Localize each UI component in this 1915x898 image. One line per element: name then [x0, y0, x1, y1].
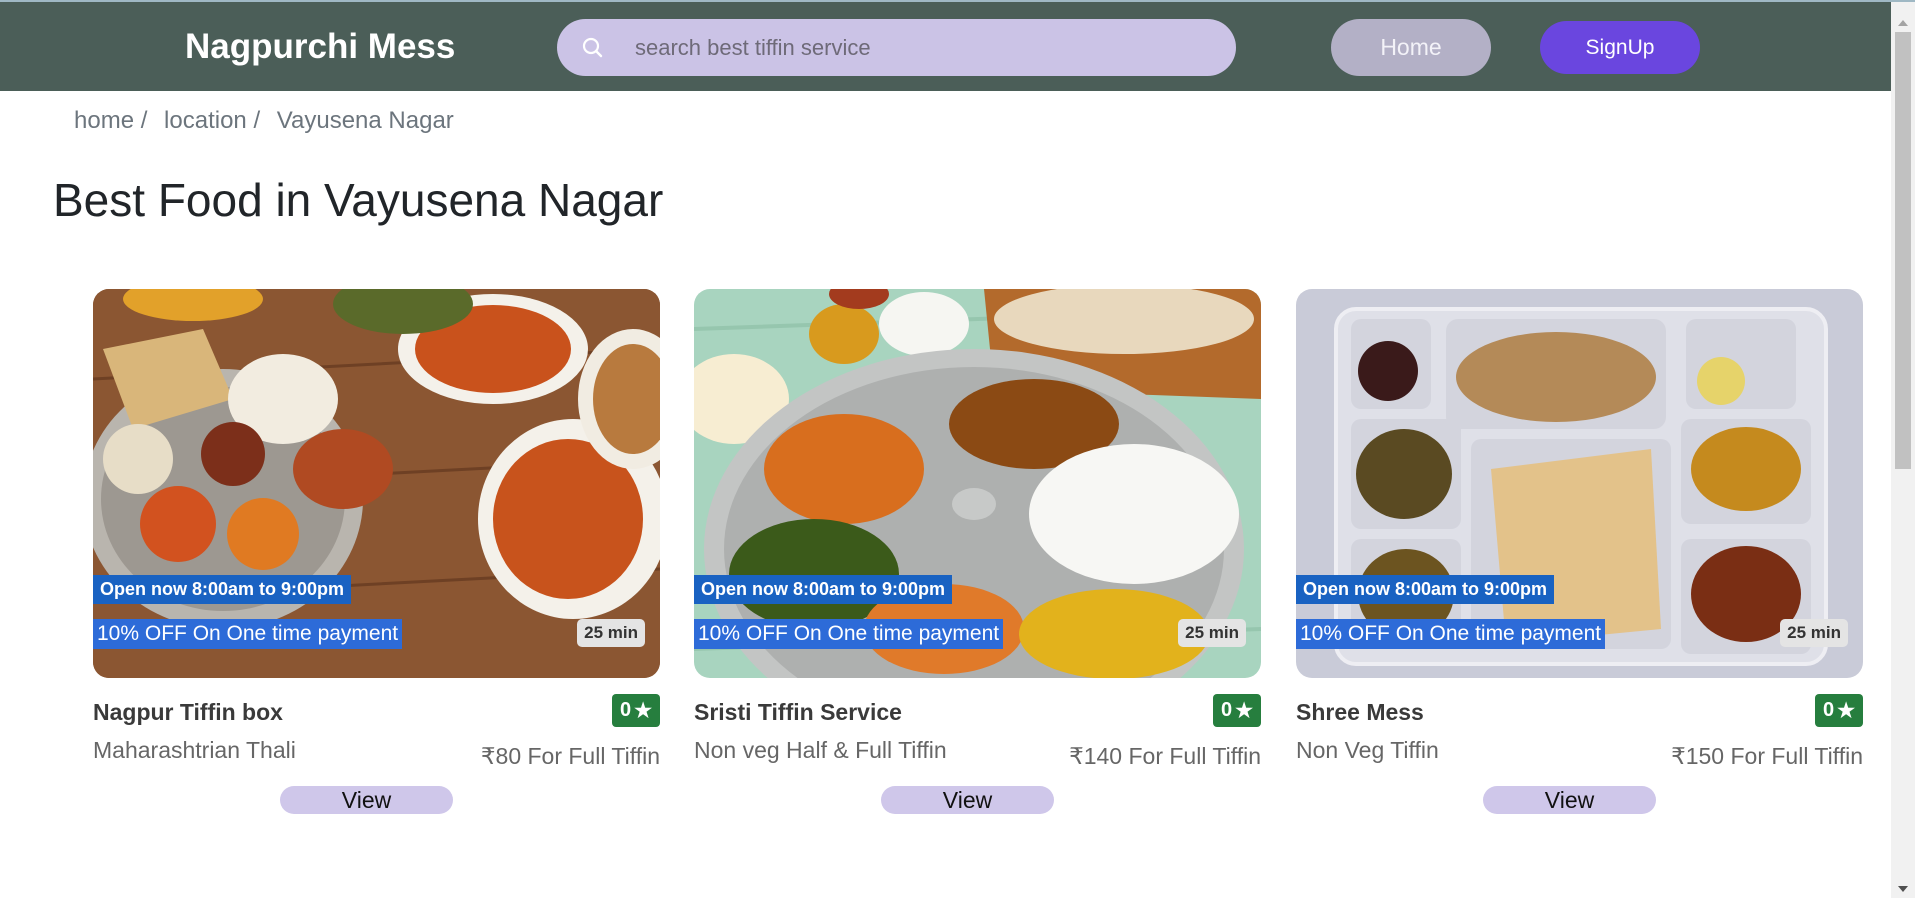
rating-badge: 0 ★ [1213, 694, 1261, 727]
restaurant-name[interactable]: Shree Mess [1296, 699, 1424, 726]
open-hours-badge: Open now 8:00am to 9:00pm [93, 575, 352, 604]
search-bar[interactable] [557, 19, 1236, 76]
rating-value: 0 [1822, 699, 1835, 721]
open-hours-badge: Open now 8:00am to 9:00pm [1296, 575, 1555, 604]
price-text: ₹140 For Full Tiffin [1069, 743, 1261, 769]
restaurant-name[interactable]: Sristi Tiffin Service [694, 699, 902, 726]
home-button[interactable]: Home [1331, 19, 1491, 76]
scroll-thumb[interactable] [1895, 32, 1911, 469]
star-icon: ★ [1837, 700, 1856, 722]
search-icon [582, 37, 603, 58]
restaurant-name[interactable]: Nagpur Tiffin box [93, 699, 283, 726]
breadcrumb-location[interactable]: location / [164, 107, 260, 134]
cuisine-text: Non Veg Tiffin [1296, 737, 1439, 763]
view-button[interactable]: View [881, 786, 1054, 814]
star-icon: ★ [1235, 700, 1254, 722]
price-text: ₹80 For Full Tiffin [480, 743, 660, 769]
cuisine-text: Non veg Half & Full Tiffin [694, 737, 947, 763]
search-input[interactable] [635, 19, 1215, 76]
scroll-down-arrow-icon[interactable] [1898, 886, 1908, 892]
scroll-up-arrow-icon[interactable] [1898, 20, 1908, 26]
star-icon: ★ [634, 700, 653, 722]
brand-logo[interactable]: Nagpurchi Mess [185, 27, 455, 67]
offer-badge: 10% OFF On One time payment [1296, 619, 1606, 649]
delivery-time-badge: 25 min [577, 619, 645, 647]
open-hours-badge: Open now 8:00am to 9:00pm [694, 575, 953, 604]
breadcrumb: home / location / Vayusena Nagar [74, 107, 464, 135]
view-button[interactable]: View [280, 786, 453, 814]
price-text: ₹150 For Full Tiffin [1671, 743, 1863, 769]
rating-badge: 0 ★ [612, 694, 660, 727]
breadcrumb-current: Vayusena Nagar [276, 107, 454, 134]
cuisine-text: Maharashtrian Thali [93, 737, 296, 763]
navbar: Nagpurchi Mess Home SignUp [0, 2, 1891, 91]
rating-badge: 0 ★ [1815, 694, 1863, 727]
offer-badge: 10% OFF On One time payment [694, 619, 1004, 649]
page-title: Best Food in Vayusena Nagar [53, 174, 664, 226]
rating-value: 0 [619, 699, 632, 721]
scrollbar[interactable] [1891, 2, 1915, 898]
breadcrumb-home[interactable]: home / [74, 107, 147, 134]
offer-badge: 10% OFF On One time payment [93, 619, 403, 649]
view-button[interactable]: View [1483, 786, 1656, 814]
signup-button[interactable]: SignUp [1540, 21, 1700, 74]
delivery-time-badge: 25 min [1178, 619, 1246, 647]
rating-value: 0 [1220, 699, 1233, 721]
delivery-time-badge: 25 min [1780, 619, 1848, 647]
